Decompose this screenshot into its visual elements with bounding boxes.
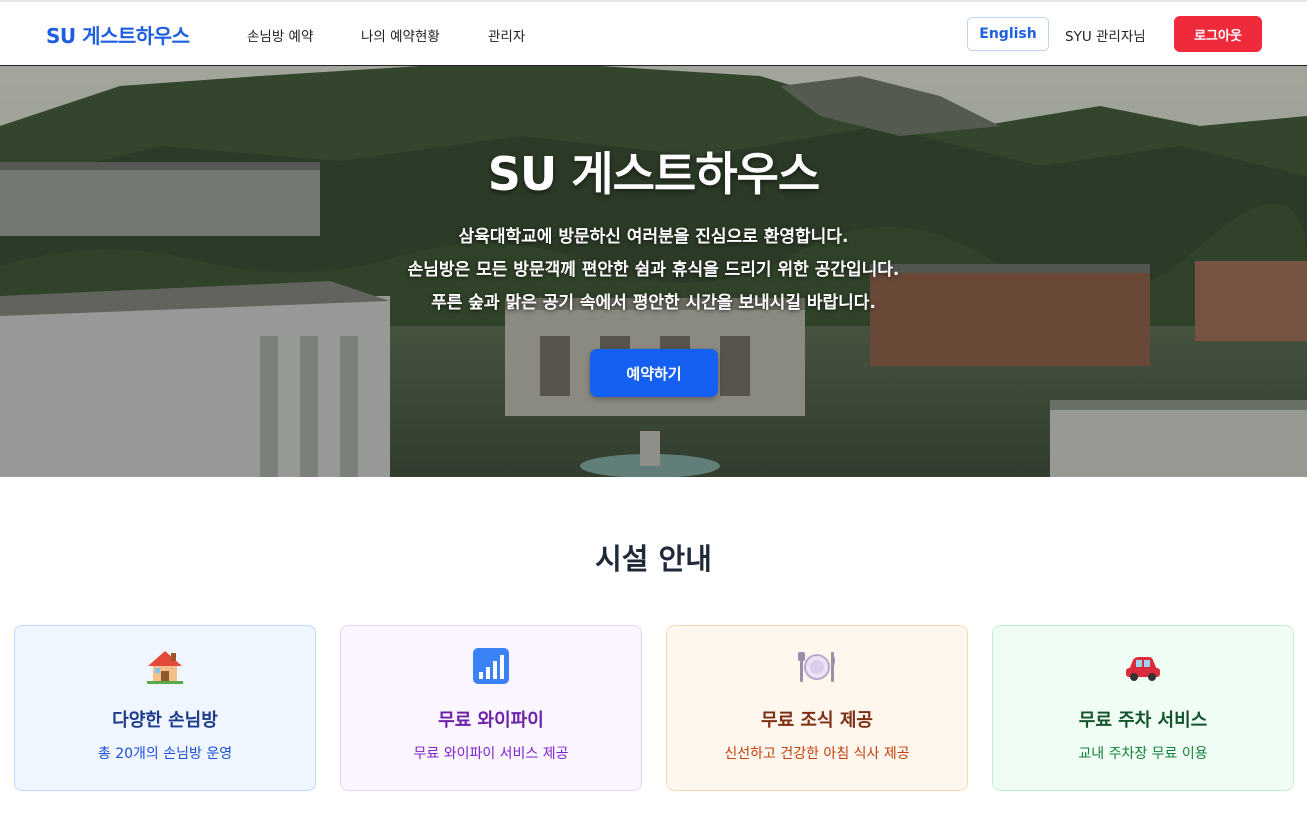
nav-my-reservations[interactable]: 나의 예약현황: [361, 25, 440, 45]
hero-banner: SU 게스트하우스 삼육대학교에 방문하신 여러분을 진심으로 환영합니다. 손…: [0, 66, 1307, 477]
facility-card-wifi: 무료 와이파이 무료 와이파이 서비스 제공: [340, 625, 642, 791]
hero-welcome-line-3: 푸른 숲과 맑은 공기 속에서 평안한 시간을 보내시길 바랍니다.: [431, 293, 876, 313]
language-toggle-button[interactable]: English: [967, 17, 1049, 51]
signal-bars-icon: [341, 646, 641, 686]
facility-title: 무료 주차 서비스: [1078, 710, 1208, 731]
house-icon: [15, 646, 315, 686]
facility-card-parking: 무료 주차 서비스 교내 주차장 무료 이용: [992, 625, 1294, 791]
car-icon: [993, 646, 1293, 686]
facility-title: 무료 와이파이: [438, 710, 544, 731]
facilities-title: 시설 안내: [595, 542, 712, 576]
hero-content: SU 게스트하우스 삼육대학교에 방문하신 여러분을 진심으로 환영합니다. 손…: [0, 66, 1307, 477]
facility-title: 다양한 손님방: [112, 710, 218, 731]
facility-card-rooms: 다양한 손님방 총 20개의 손님방 운영: [14, 625, 316, 791]
nav-guest-room-booking[interactable]: 손님방 예약: [247, 25, 313, 45]
site-header: SU 게스트하우스 손님방 예약 나의 예약현황 관리자 English SYU…: [0, 2, 1307, 66]
plate-cutlery-icon: [667, 646, 967, 686]
facility-description: 교내 주차장 무료 이용: [1078, 746, 1208, 762]
facility-title: 무료 조식 제공: [761, 710, 873, 731]
facility-description: 신선하고 건강한 아침 식사 제공: [724, 746, 910, 762]
user-name: SYU 관리자님: [1065, 29, 1146, 45]
nav-admin[interactable]: 관리자: [488, 25, 525, 45]
hero-welcome-line-2: 손님방은 모든 방문객께 편안한 쉼과 휴식을 드리기 위한 공간입니다.: [407, 260, 900, 280]
hero-welcome-line-1: 삼육대학교에 방문하신 여러분을 진심으로 환영합니다.: [458, 227, 849, 247]
facility-description: 총 20개의 손님방 운영: [97, 746, 233, 762]
hero-title: SU 게스트하우스: [487, 147, 820, 201]
logout-button[interactable]: 로그아웃: [1174, 16, 1262, 52]
brand-logo[interactable]: SU 게스트하우스: [46, 20, 190, 49]
facility-description: 무료 와이파이 서비스 제공: [413, 746, 569, 762]
facility-card-breakfast: 무료 조식 제공 신선하고 건강한 아침 식사 제공: [666, 625, 968, 791]
reserve-button[interactable]: 예약하기: [590, 349, 718, 397]
